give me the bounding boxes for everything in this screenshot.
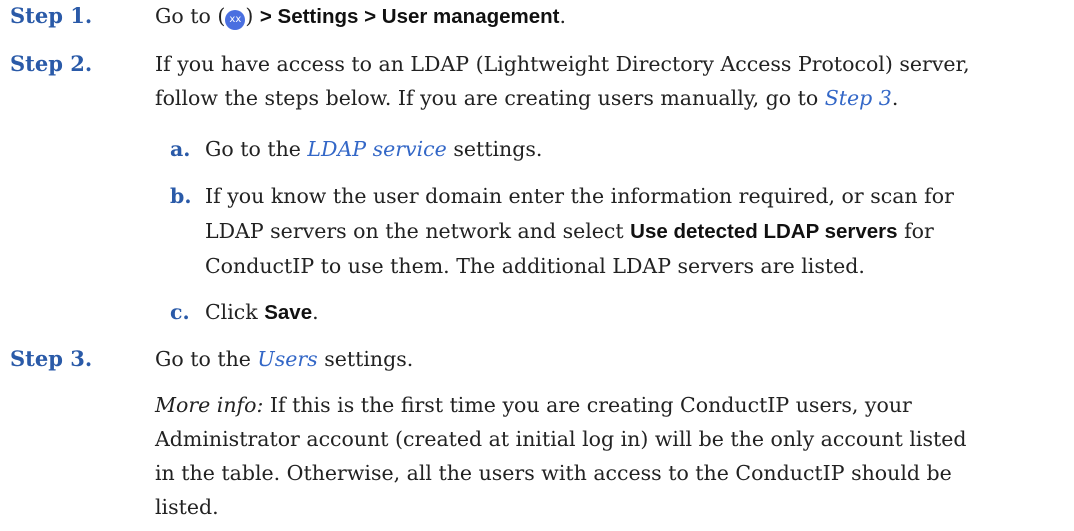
users-link[interactable]: Users <box>257 347 317 371</box>
step-1-text-after: ) <box>245 4 260 28</box>
substep-c-before: Click <box>205 300 265 324</box>
substep-b-line-3: ConductIP to use them. The additional LD… <box>205 254 865 278</box>
more-info-line-2: Administrator account (created at initia… <box>155 427 967 451</box>
step-3-before: Go to the <box>155 347 258 371</box>
substep-b-text: If you know the user domain enter the in… <box>205 179 1065 284</box>
substep-b-line-1: If you know the user domain enter the in… <box>205 184 954 208</box>
substep-c-letter: c. <box>170 300 190 324</box>
step-2-line-2-before: follow the steps below. If you are creat… <box>155 86 825 110</box>
step-1-text-end: . <box>559 4 567 28</box>
substep-c-text: Click Save. <box>205 295 1065 330</box>
substep-b-letter: b. <box>170 184 192 208</box>
step-1-text: Go to (xx) > Settings > User management. <box>155 0 1035 34</box>
step-3-text: Go to the Users settings. <box>155 342 1035 376</box>
save-label: Save <box>264 301 313 324</box>
more-info-line-3: in the table. Otherwise, all the users w… <box>155 461 952 485</box>
substep-a-text: Go to the LDAP service settings. <box>205 132 1065 167</box>
step-2-label: Step 2. <box>10 51 93 76</box>
step-3-label: Step 3. <box>10 346 93 371</box>
substep-b-line-2-after: for <box>897 219 934 243</box>
more-info-label: More info: <box>155 393 264 417</box>
ldap-service-link[interactable]: LDAP service <box>307 137 446 161</box>
substep-a-before: Go to the <box>205 137 308 161</box>
more-info-line-4: listed. <box>155 495 219 519</box>
step-3-link[interactable]: Step 3 <box>825 86 892 110</box>
substep-b-line-2-before: LDAP servers on the network and select <box>205 219 631 243</box>
step-1-label: Step 1. <box>10 3 93 28</box>
step-3-after: settings. <box>317 347 414 371</box>
step-2-line-1: If you have access to an LDAP (Lightweig… <box>155 52 970 76</box>
menu-icon: xx <box>225 10 246 30</box>
step-2-line-2-end: . <box>891 86 899 110</box>
more-info: More info: If this is the first time you… <box>155 388 1035 524</box>
substep-c-after: . <box>312 300 319 324</box>
settings-path: > Settings > User management <box>259 5 560 28</box>
substep-a-after: settings. <box>446 137 543 161</box>
step-2-text: If you have access to an LDAP (Lightweig… <box>155 47 1035 115</box>
use-detected-ldap-option: Use detected LDAP servers <box>630 220 898 243</box>
step-1-text-before: Go to ( <box>155 4 226 28</box>
more-info-line-1: If this is the first time you are creati… <box>263 393 912 417</box>
substep-a-letter: a. <box>170 137 191 161</box>
